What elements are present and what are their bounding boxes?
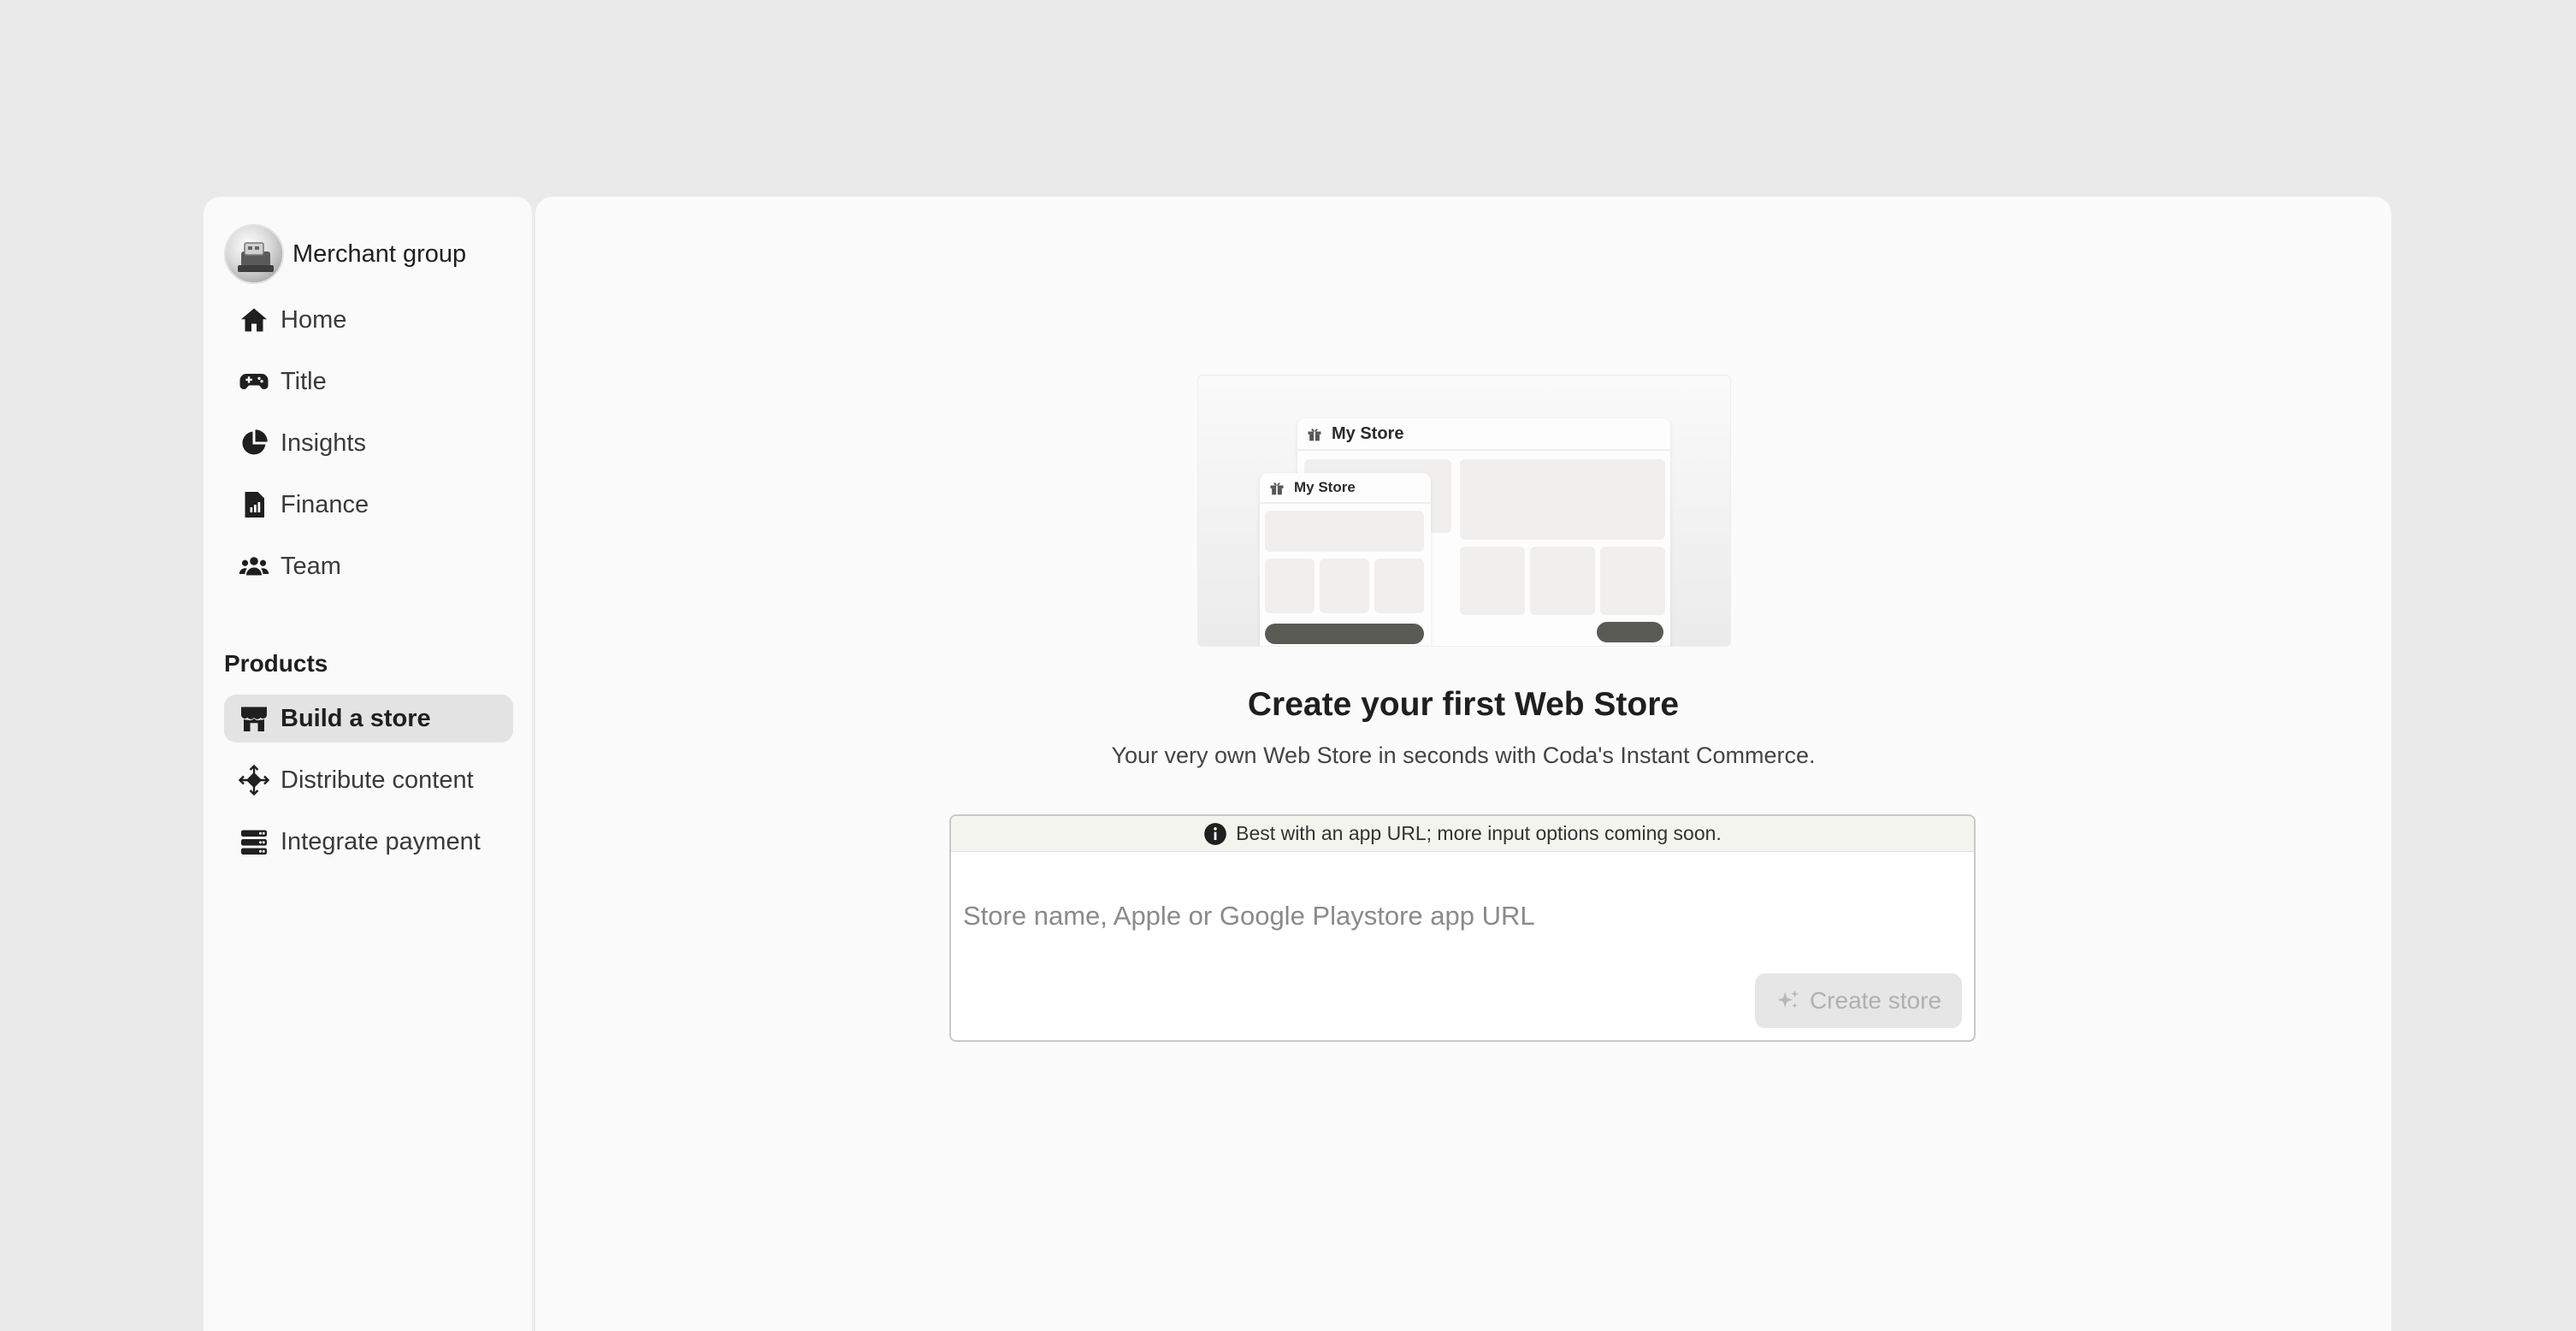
mobile-store-header: My Store — [1260, 473, 1431, 504]
sidebar: Merchant group Home Title Insights Finan… — [204, 197, 534, 1331]
merchant-avatar — [224, 224, 284, 284]
sidebar-item-label: Distribute content — [281, 766, 474, 794]
sidebar-item-finance[interactable]: Finance — [224, 481, 513, 529]
store-icon — [238, 702, 270, 735]
sidebar-item-home[interactable]: Home — [224, 296, 513, 344]
sparkle-icon — [1777, 990, 1799, 1009]
server-stack-icon — [238, 825, 270, 858]
gamepad-icon — [238, 365, 270, 398]
sidebar-item-label: Integrate payment — [281, 827, 481, 855]
input-hint-bar: Best with an app URL; more input options… — [951, 816, 1974, 852]
store-preview-illustration: My Store My Store — [1197, 375, 1731, 647]
sidebar-item-insights[interactable]: Insights — [224, 419, 513, 467]
sidebar-item-label: Home — [281, 305, 347, 334]
gift-icon — [1308, 429, 1321, 441]
create-store-button-label: Create store — [1809, 987, 1942, 1014]
home-icon — [238, 304, 270, 336]
sidebar-item-label: Title — [281, 367, 327, 395]
distribute-arrows-icon — [238, 764, 270, 796]
merchant-switcher[interactable]: Merchant group — [224, 224, 466, 284]
sidebar-item-distribute-content[interactable]: Distribute content — [224, 756, 513, 804]
sidebar-item-build-a-store[interactable]: Build a store — [224, 695, 513, 742]
sidebar-item-title[interactable]: Title — [224, 358, 513, 405]
products-nav: Build a store Distribute content Integra… — [224, 695, 513, 879]
sidebar-item-team[interactable]: Team — [224, 542, 513, 590]
create-store-button[interactable]: Create store — [1755, 973, 1962, 1028]
input-hint-text: Best with an app URL; more input options… — [1236, 822, 1722, 844]
products-section-label: Products — [224, 650, 328, 677]
mobile-store-preview: My Store — [1260, 473, 1431, 646]
info-icon — [1204, 822, 1227, 845]
desktop-store-title: My Store — [1332, 423, 1404, 443]
main-panel: My Store My Store Create your first Web … — [535, 197, 2391, 1331]
pie-chart-icon — [238, 427, 270, 459]
team-icon — [238, 550, 270, 583]
main-nav: Home Title Insights Finance Team — [224, 296, 513, 604]
sidebar-item-label: Insights — [281, 429, 366, 457]
desktop-store-header: My Store — [1297, 418, 1670, 451]
finance-doc-icon — [238, 488, 270, 521]
page-subtitle: Your very own Web Store in seconds with … — [1111, 742, 1816, 768]
mobile-store-title: My Store — [1294, 479, 1356, 495]
sidebar-item-integrate-payment[interactable]: Integrate payment — [224, 818, 513, 866]
page-title: Create your first Web Store — [1247, 686, 1680, 723]
store-url-input[interactable] — [951, 852, 1974, 980]
create-store-card: Best with an app URL; more input options… — [949, 814, 1976, 1042]
sidebar-item-label: Build a store — [281, 704, 431, 732]
sidebar-item-label: Finance — [281, 490, 369, 518]
sidebar-item-label: Team — [281, 552, 341, 580]
gift-icon — [1270, 482, 1284, 495]
merchant-name: Merchant group — [292, 240, 467, 268]
